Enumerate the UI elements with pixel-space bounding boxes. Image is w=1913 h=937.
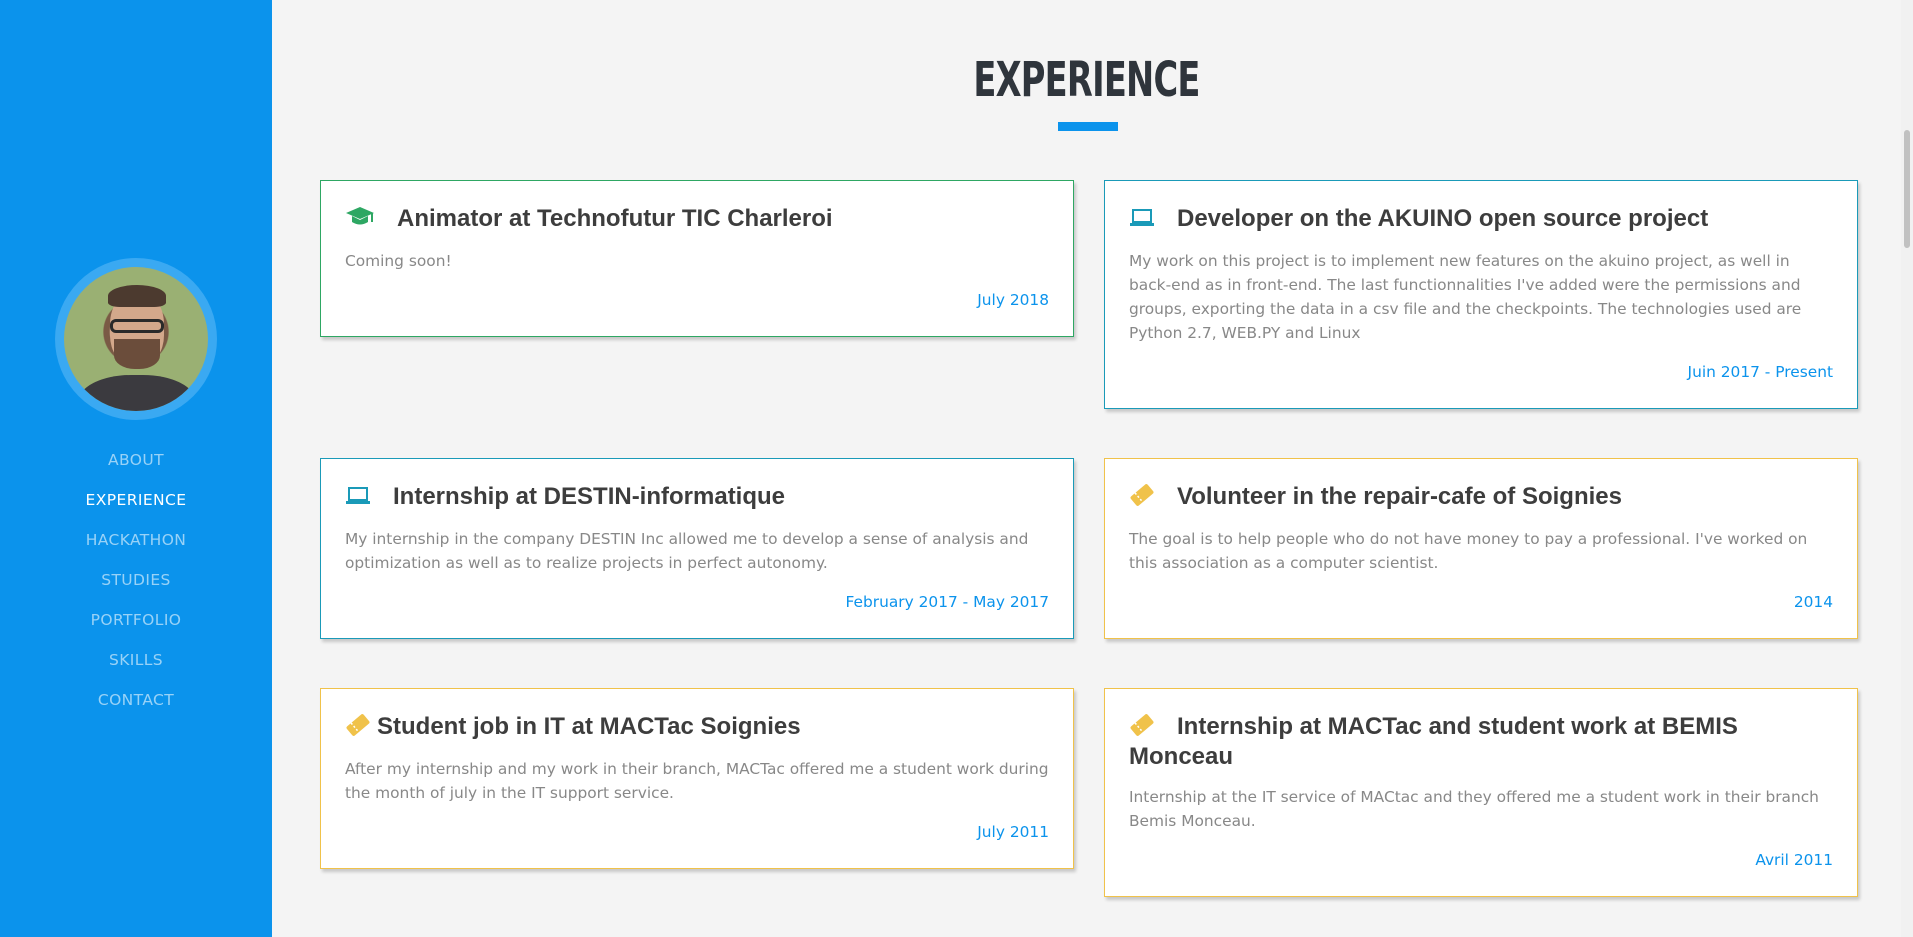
nav-item-portfolio[interactable]: PORTFOLIO [0, 600, 272, 640]
card-date: July 2011 [977, 823, 1049, 841]
nav-item-about[interactable]: ABOUT [0, 440, 272, 480]
experience-card: Internship at DESTIN-informatique My int… [320, 458, 1074, 639]
card-title: Developer on the AKUINO open source proj… [1129, 205, 1833, 235]
laptop-icon [345, 485, 371, 513]
nav-item-skills[interactable]: SKILLS [0, 640, 272, 680]
card-title: Student job in IT at MACTac Soignies [345, 713, 1049, 743]
scrollbar-thumb[interactable] [1904, 130, 1910, 248]
card-date: Juin 2017 - Present [1687, 363, 1833, 381]
sidebar-nav: ABOUT EXPERIENCE HACKATHON STUDIES PORTF… [0, 440, 272, 720]
ticket-icon [1129, 714, 1155, 743]
experience-card: Developer on the AKUINO open source proj… [1104, 180, 1858, 409]
ticket-icon [1129, 484, 1155, 513]
card-description: Coming soon! [345, 252, 452, 270]
card-date: Avril 2011 [1755, 851, 1833, 869]
card-title-text: Student job in IT at MACTac Soignies [377, 713, 801, 740]
nav-item-studies[interactable]: STUDIES [0, 560, 272, 600]
card-description: The goal is to help people who do not ha… [1129, 530, 1808, 572]
card-title: Volunteer in the repair-cafe of Soignies [1129, 483, 1833, 513]
card-description: My work on this project is to implement … [1129, 252, 1802, 342]
avatar-photo [64, 267, 208, 411]
nav-item-experience[interactable]: EXPERIENCE [0, 480, 272, 520]
card-date: February 2017 - May 2017 [845, 593, 1049, 611]
nav-item-contact[interactable]: CONTACT [0, 680, 272, 720]
page-scrollbar[interactable] [1901, 0, 1913, 937]
card-description: My internship in the company DESTIN Inc … [345, 530, 1029, 572]
card-title-text: Animator at Technofutur TIC Charleroi [397, 205, 833, 232]
sidebar: ABOUT EXPERIENCE HACKATHON STUDIES PORTF… [0, 0, 272, 937]
experience-card: Student job in IT at MACTac Soignies Aft… [320, 688, 1074, 869]
laptop-icon [1129, 207, 1155, 235]
experience-card: Animator at Technofutur TIC Charleroi Co… [320, 180, 1074, 337]
card-title-text: Volunteer in the repair-cafe of Soignies [1177, 483, 1622, 510]
card-date: 2014 [1793, 593, 1833, 611]
nav-item-hackathon[interactable]: HACKATHON [0, 520, 272, 560]
card-title: Internship at MACTac and student work at… [1129, 713, 1833, 771]
card-description: After my internship and my work in their… [345, 760, 1049, 802]
card-title-text: Internship at MACTac and student work at… [1129, 713, 1738, 770]
card-title: Animator at Technofutur TIC Charleroi [345, 205, 1049, 235]
card-date: July 2018 [977, 291, 1049, 309]
card-title: Internship at DESTIN-informatique [345, 483, 1049, 513]
ticket-icon [345, 714, 371, 743]
experience-card: Internship at MACTac and student work at… [1104, 688, 1858, 897]
experience-card: Volunteer in the repair-cafe of Soignies… [1104, 458, 1858, 639]
graduation-cap-icon [345, 206, 375, 235]
title-underline [1058, 122, 1118, 131]
card-title-text: Internship at DESTIN-informatique [393, 483, 786, 510]
profile-avatar [55, 258, 217, 420]
section-title: EXPERIENCE [973, 52, 1200, 108]
card-title-text: Developer on the AKUINO open source proj… [1177, 205, 1709, 232]
card-description: Internship at the IT service of MACtac a… [1129, 788, 1819, 830]
